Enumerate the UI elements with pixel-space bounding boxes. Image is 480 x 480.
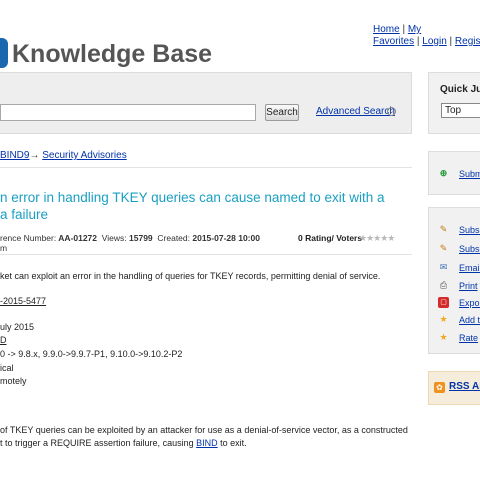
pdf-icon: ▢ (438, 297, 449, 308)
info-link[interactable]: D (0, 335, 7, 345)
site-logo[interactable]: Knowledge Base (12, 40, 212, 69)
login-link[interactable]: Login (422, 36, 446, 47)
my-link[interactable]: My (408, 24, 421, 35)
star-icon: ★ (439, 332, 448, 342)
pencil-icon: ✎ (439, 224, 448, 234)
registration-link[interactable]: Registrati (455, 36, 480, 47)
print-icon: ⎙ (439, 280, 448, 290)
reference-number: AA-01272 (58, 233, 98, 243)
breadcrumb-bind9[interactable]: BIND9 (0, 150, 29, 161)
summary-text: ket can exploit an error in the handling… (0, 271, 381, 281)
print-link[interactable]: Print (459, 281, 478, 291)
export-link[interactable]: Expor (459, 298, 480, 308)
cve-link[interactable]: -2015-5477 (0, 296, 46, 306)
created-time-suffix: m (0, 243, 8, 253)
date-text: uly 2015 (0, 322, 35, 332)
advanced-search-link[interactable]: Advanced Search (316, 106, 395, 117)
quick-jump-title: Quick Jum (440, 84, 480, 95)
divider (0, 254, 412, 255)
subscribe-link[interactable]: Subsc (459, 225, 480, 235)
breadcrumb-security-advisories[interactable]: Security Advisories (42, 150, 126, 161)
views-count: 15799 (129, 233, 153, 243)
rating-stars[interactable]: ★★★★★ (359, 233, 395, 244)
rss-icon: ✿ (434, 382, 445, 393)
description-line-2: t to trigger a REQUIRE assertion failure… (0, 438, 247, 448)
pencil-icon: ✎ (439, 243, 448, 253)
rss-link[interactable]: RSS Ar (449, 381, 480, 392)
email-link[interactable]: Email (459, 263, 480, 273)
search-input[interactable] (0, 104, 256, 121)
description-line-1: of TKEY queries can be exploited by an a… (0, 425, 408, 435)
home-link[interactable]: Home (373, 24, 400, 35)
exploit-text: motely (0, 376, 27, 386)
article-title: n error in handling TKEY queries can cau… (0, 190, 385, 222)
search-bar (0, 72, 412, 134)
severity-text: ical (0, 363, 14, 373)
divider (0, 167, 412, 168)
rating-text: 0 Rating/ Voters (298, 233, 363, 243)
star-icon: ★ (439, 314, 448, 324)
rate-link[interactable]: Rate (459, 333, 478, 343)
logo-mark (0, 38, 8, 68)
add-favorites-link[interactable]: Add t (459, 315, 480, 325)
search-button[interactable]: Search (265, 104, 299, 121)
email-icon: ✉ (439, 262, 448, 272)
quick-jump-select[interactable]: Top (441, 103, 480, 118)
versions-text: 0 -> 9.8.x, 9.9.0->9.9.7-P1, 9.10.0->9.1… (0, 349, 183, 359)
chevron-down-icon[interactable]: ⌄ (387, 107, 396, 116)
top-links: Home | My Favorites | Login | Registrati (373, 24, 480, 48)
created-date: 2015-07-28 10:00 (192, 233, 260, 243)
breadcrumb-separator: → (29, 150, 40, 161)
subscribe-link-2[interactable]: Subsc (459, 244, 480, 254)
submit-link[interactable]: Submi (459, 169, 480, 179)
submit-icon: ⊕ (439, 168, 448, 178)
favorites-link[interactable]: Favorites (373, 36, 414, 47)
article-meta: rence Number: AA-01272 Views: 15799 Crea… (0, 233, 260, 243)
bind-link[interactable]: BIND (196, 438, 218, 448)
breadcrumb: BIND9→ Security Advisories (0, 150, 127, 161)
